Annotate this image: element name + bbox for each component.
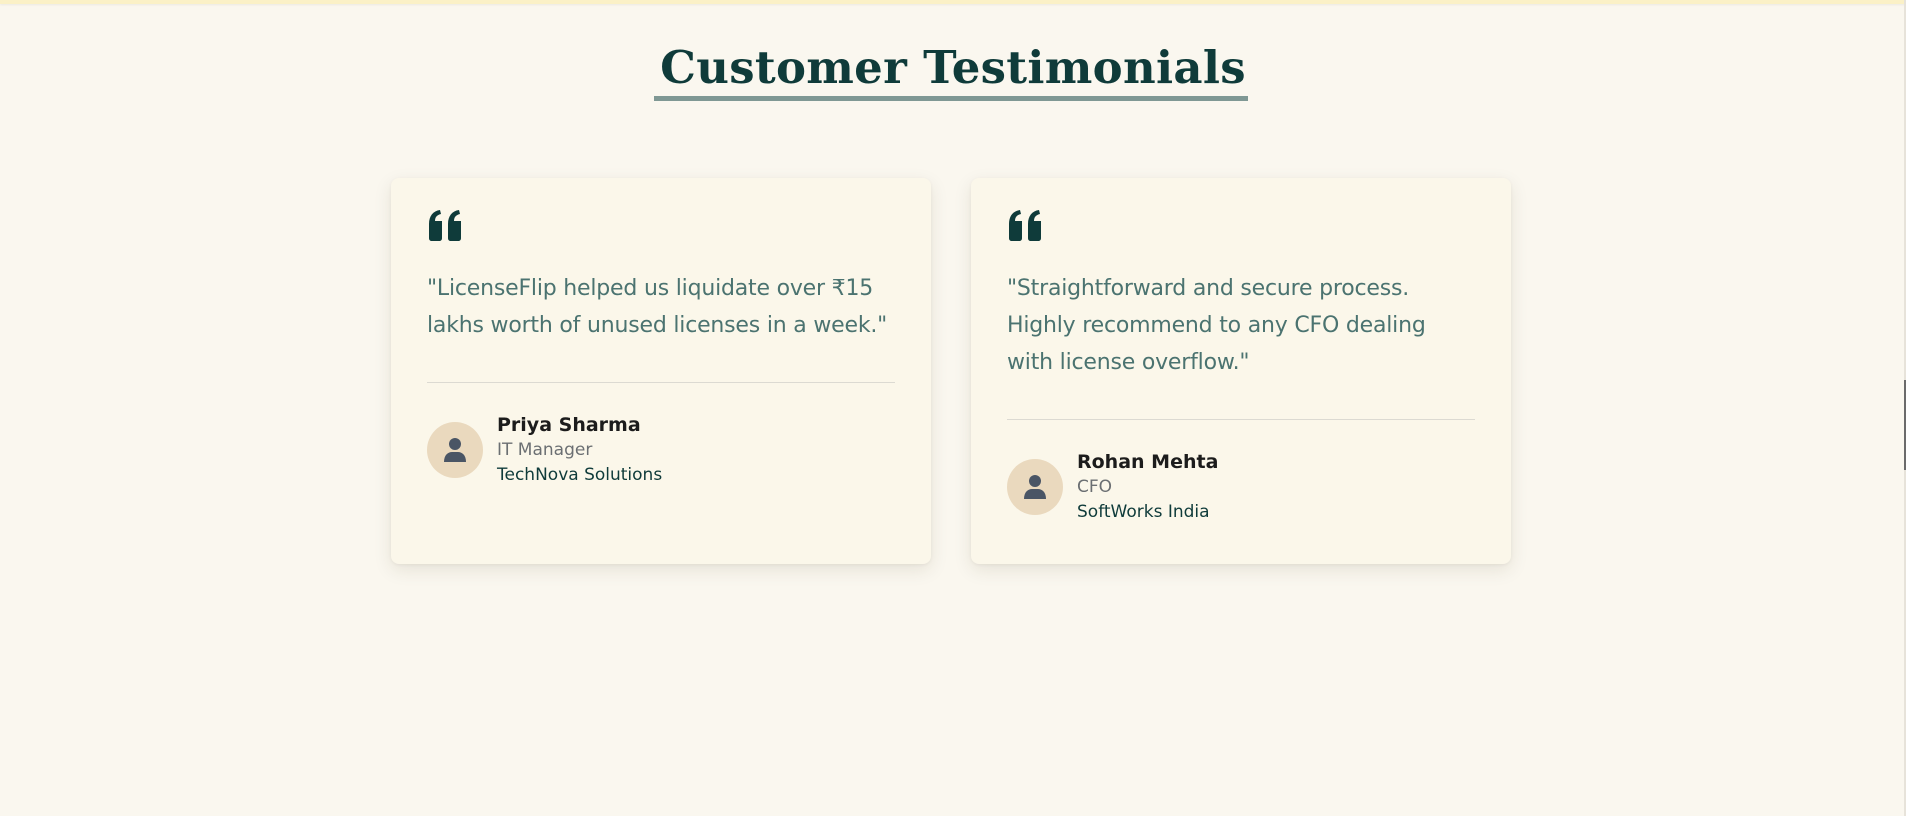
- top-edge-strip: [0, 0, 1906, 4]
- testimonials-grid: "LicenseFlip helped us liquidate over ₹1…: [391, 178, 1511, 564]
- quote-left-icon: [1009, 210, 1041, 241]
- user-icon: [444, 438, 466, 462]
- user-icon: [1024, 475, 1046, 499]
- testimonial-quote: "LicenseFlip helped us liquidate over ₹1…: [427, 276, 888, 338]
- testimonial-author: Rohan Mehta CFO SoftWorks India: [1007, 450, 1475, 524]
- author-role: CFO: [1077, 477, 1113, 497]
- author-details: Rohan Mehta CFO SoftWorks India: [1077, 450, 1218, 524]
- testimonials-page: Customer Testimonials "LicenseFlip helpe…: [0, 0, 1906, 816]
- avatar: [427, 422, 483, 478]
- card-divider: [427, 382, 895, 383]
- testimonial-author: Priya Sharma IT Manager TechNova Solutio…: [427, 413, 895, 487]
- card-divider: [1007, 419, 1475, 420]
- section-header: Customer Testimonials: [0, 40, 1906, 96]
- avatar: [1007, 459, 1063, 515]
- section-title: Customer Testimonials: [660, 41, 1246, 94]
- testimonial-card: "LicenseFlip helped us liquidate over ₹1…: [391, 178, 931, 564]
- title-underline: [654, 96, 1248, 101]
- testimonial-quote: "Straightforward and secure process. Hig…: [1007, 276, 1426, 375]
- author-company: SoftWorks India: [1077, 502, 1210, 522]
- author-company: TechNova Solutions: [497, 465, 663, 485]
- author-name: Rohan Mehta: [1077, 451, 1219, 473]
- author-details: Priya Sharma IT Manager TechNova Solutio…: [497, 413, 662, 487]
- author-name: Priya Sharma: [497, 414, 641, 436]
- quote-left-icon: [429, 210, 461, 241]
- testimonial-card: "Straightforward and secure process. Hig…: [971, 178, 1511, 564]
- author-role: IT Manager: [497, 440, 593, 460]
